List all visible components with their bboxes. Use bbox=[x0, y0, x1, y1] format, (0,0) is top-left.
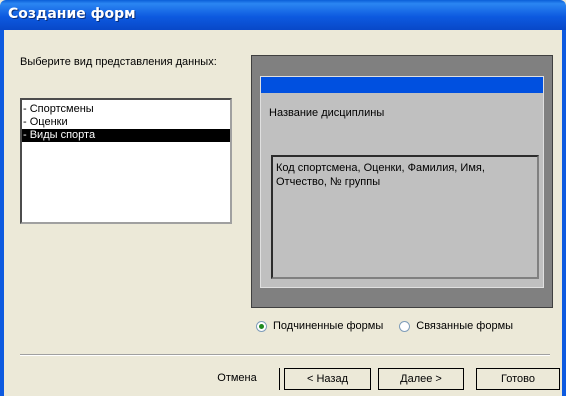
preview-field-label: Название дисциплины bbox=[269, 107, 385, 119]
window-border-left bbox=[0, 30, 4, 396]
title-bar[interactable]: Создание форм bbox=[0, 0, 566, 30]
preview-form: Название дисциплины Код спортсмена, Оцен… bbox=[260, 76, 544, 288]
window-title: Создание форм bbox=[8, 6, 136, 22]
window-border-right bbox=[562, 30, 566, 396]
list-item-selected[interactable]: - Виды спорта bbox=[22, 129, 230, 142]
next-button[interactable]: Далее > bbox=[378, 368, 464, 390]
subforms-radio-label[interactable]: Подчиненные формы bbox=[273, 320, 383, 332]
preview-title-bar bbox=[261, 77, 543, 93]
linked-forms-radio[interactable] bbox=[399, 320, 411, 332]
view-prompt-label: Выберите вид представления данных: bbox=[20, 56, 217, 68]
preview-subform: Код спортсмена, Оценки, Фамилия, Имя, От… bbox=[271, 155, 539, 279]
linked-forms-radio-label[interactable]: Связанные формы bbox=[416, 320, 513, 332]
divider bbox=[20, 354, 550, 356]
back-button[interactable]: < Назад bbox=[284, 368, 371, 390]
list-item[interactable]: - Спортсмены bbox=[22, 103, 230, 116]
subforms-radio[interactable] bbox=[256, 320, 267, 332]
view-listbox[interactable]: - Спортсмены - Оценки - Виды спорта bbox=[20, 98, 232, 224]
form-type-radio-group: Подчиненные формы Связанные формы bbox=[256, 320, 529, 332]
finish-button[interactable]: Готово bbox=[476, 368, 560, 390]
form-wizard-window: Создание форм Выберите вид представления… bbox=[0, 0, 566, 396]
cancel-button[interactable]: Отмена bbox=[195, 368, 280, 390]
list-item[interactable]: - Оценки bbox=[22, 116, 230, 129]
form-preview-panel: Название дисциплины Код спортсмена, Оцен… bbox=[251, 55, 553, 308]
